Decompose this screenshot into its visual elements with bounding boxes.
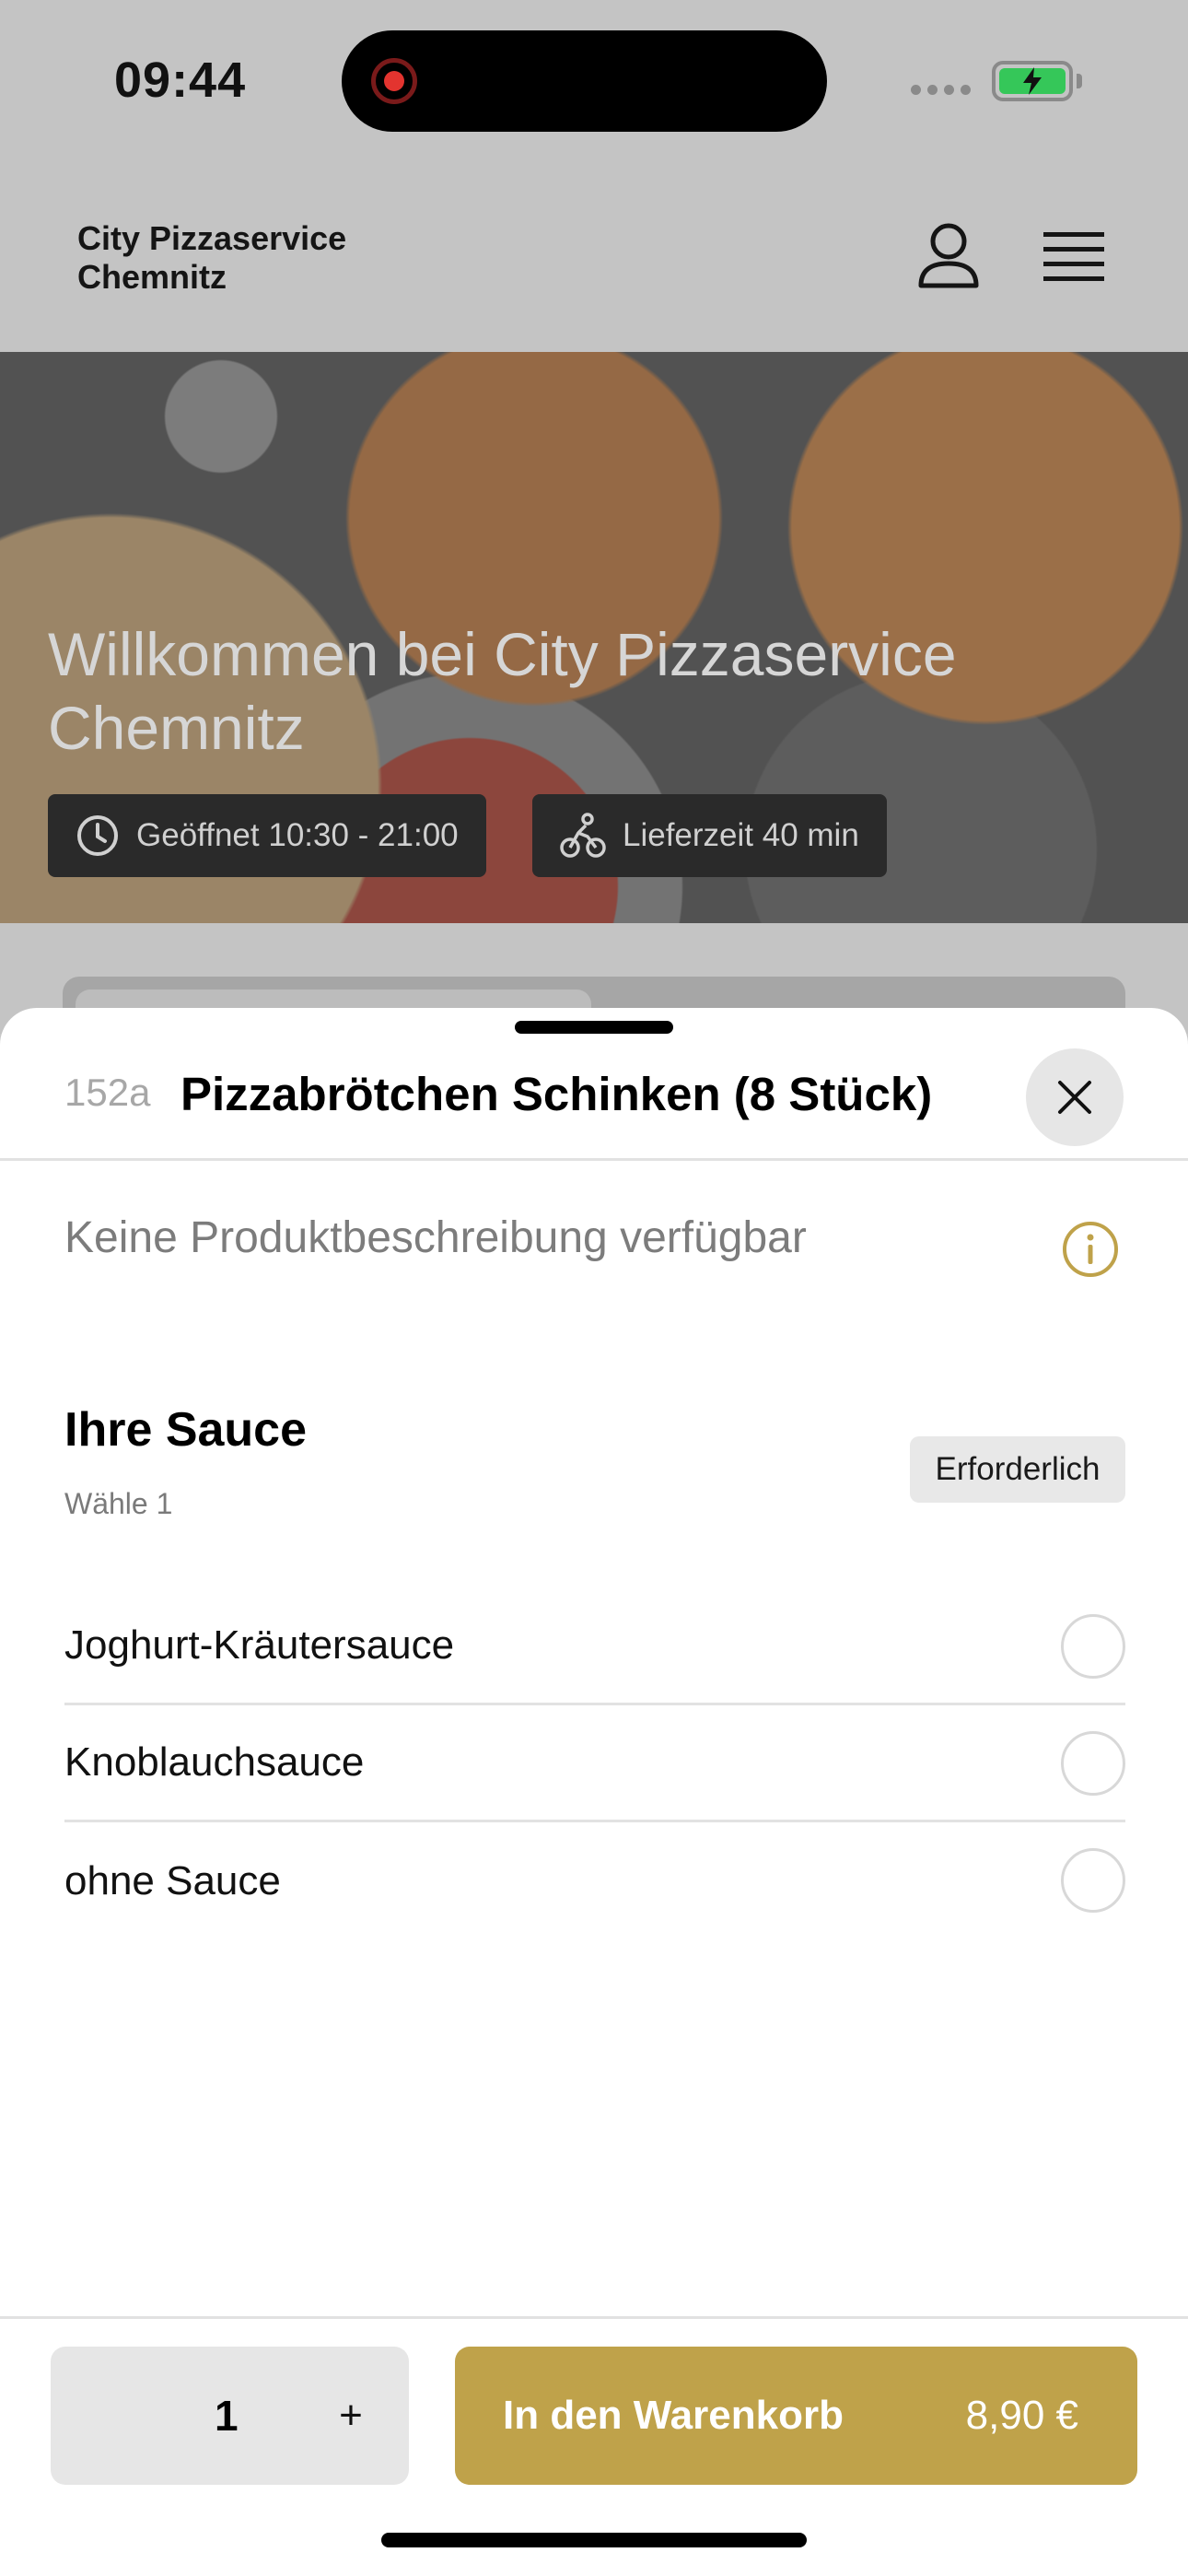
sheet-grabber[interactable] [515,1021,673,1034]
hero-title: Willkommen bei City Pizzaservice Chemnit… [48,620,957,762]
person-icon[interactable] [916,221,981,291]
opening-hours-text: Geöffnet 10:30 - 21:00 [136,817,459,853]
quantity-value: 1 [215,2392,239,2440]
quantity-plus-button[interactable]: + [325,2383,377,2448]
close-icon [1058,1081,1091,1114]
product-title: Pizzabrötchen Schinken (8 Stück) [181,1068,933,1120]
option-group-subtitle: Wähle 1 [64,1487,173,1520]
signal-icon [911,85,971,95]
radio-button[interactable] [1061,1848,1125,1913]
close-button[interactable] [1026,1048,1124,1146]
option-label: ohne Sauce [64,1857,281,1903]
delivery-time-text: Lieferzeit 40 min [623,817,859,853]
required-badge: Erforderlich [910,1436,1125,1503]
hamburger-menu-icon[interactable] [1043,230,1104,282]
sheet-footer: 1 + In den Warenkorb 8,90 € [0,2316,1188,2576]
sauce-option-joghurt[interactable]: Joghurt-Kräutersauce [64,1588,1125,1705]
radio-button[interactable] [1061,1731,1125,1796]
sheet-header: 152a Pizzabrötchen Schinken (8 Stück) [0,1034,1188,1161]
quantity-stepper: 1 + [51,2347,409,2485]
sauce-option-knoblauch[interactable]: Knoblauchsauce [64,1705,1125,1822]
item-number: 152a [64,1071,151,1114]
option-label: Joghurt-Kräutersauce [64,1622,455,1668]
product-price: 8,90 € [965,2393,1078,2438]
brand-name[interactable]: City Pizzaservice Chemnitz [77,219,427,297]
product-description: Keine Produktbeschreibung verfügbar [64,1213,807,1262]
battery-cap [1077,74,1082,88]
bicycle-icon [560,813,606,858]
option-group-title: Ihre Sauce [64,1403,308,1457]
status-time: 09:44 [114,53,247,108]
dynamic-island [342,30,827,132]
recording-indicator-icon [371,58,417,104]
clock-icon [77,815,118,856]
hero-banner: Willkommen bei City Pizzaservice Chemnit… [0,352,1188,923]
home-indicator[interactable] [381,2533,807,2547]
app-header: City Pizzaservice Chemnitz [0,166,1188,352]
sauce-options-list: Joghurt-Kräutersauce Knoblauchsauce ohne… [64,1588,1125,1939]
status-bar: 09:44 [0,0,1188,166]
battery-icon [992,61,1073,101]
opening-hours-chip: Geöffnet 10:30 - 21:00 [48,794,486,877]
info-icon[interactable] [1061,1220,1120,1279]
option-label: Knoblauchsauce [64,1739,365,1785]
delivery-time-chip: Lieferzeit 40 min [532,794,887,877]
radio-button[interactable] [1061,1614,1125,1679]
add-to-cart-button[interactable]: In den Warenkorb 8,90 € [455,2347,1137,2485]
sauce-option-none[interactable]: ohne Sauce [64,1822,1125,1939]
add-to-cart-label: In den Warenkorb [503,2393,844,2438]
product-sheet: 152a Pizzabrötchen Schinken (8 Stück) Ke… [0,1008,1188,2576]
